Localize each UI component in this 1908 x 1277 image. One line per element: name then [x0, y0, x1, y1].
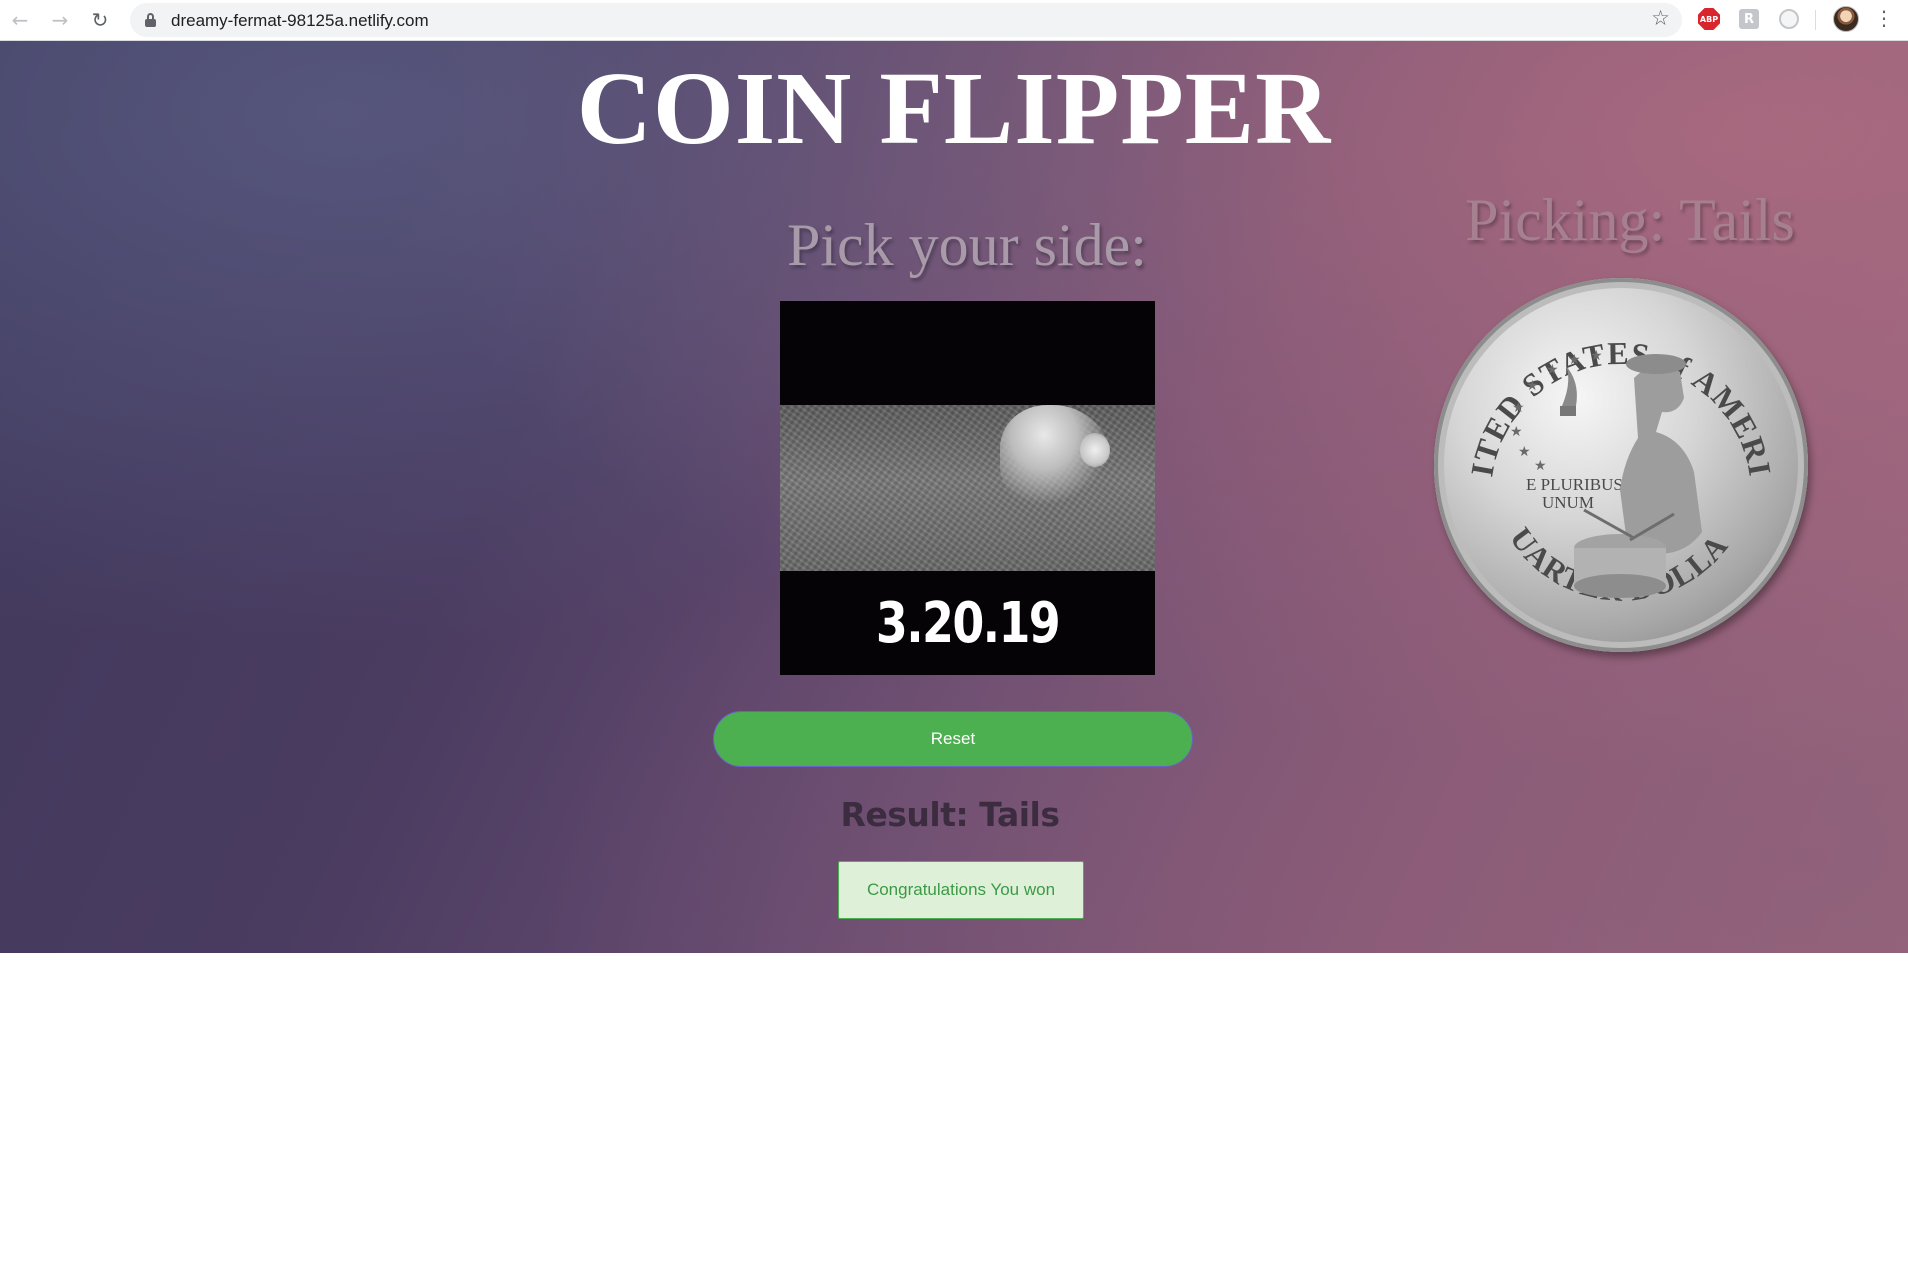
- svg-text:★: ★: [1526, 378, 1539, 394]
- back-arrow-icon[interactable]: ←: [4, 4, 36, 36]
- win-message: Congratulations You won: [838, 861, 1084, 919]
- browser-menu-icon[interactable]: ⋮: [1874, 6, 1894, 34]
- flip-image-frame: [780, 405, 1155, 571]
- flip-image-date: 3.20.19: [875, 591, 1061, 656]
- bookmark-star-icon[interactable]: ☆: [1651, 6, 1670, 30]
- page-viewport: COIN FLIPPER Pick your side: Picking: Ta…: [0, 41, 1908, 953]
- coin-motto-line1: E PLURIBUS: [1526, 475, 1623, 494]
- lock-icon[interactable]: [145, 13, 156, 27]
- svg-text:★: ★: [1518, 444, 1531, 460]
- picking-label: Picking: Tails: [1465, 187, 1795, 253]
- quarter-coin-image[interactable]: UNITED STATES of AMERICA QUARTER DOLLAR …: [1434, 278, 1808, 652]
- svg-text:★: ★: [1590, 348, 1603, 364]
- extension-r-icon[interactable]: R: [1737, 7, 1761, 31]
- pick-side-heading: Pick your side:: [787, 212, 1147, 278]
- svg-text:★: ★: [1568, 352, 1581, 368]
- toolbar-divider: [1815, 10, 1816, 30]
- forward-arrow-icon[interactable]: →: [44, 4, 76, 36]
- profile-avatar[interactable]: [1833, 6, 1859, 32]
- coin-flip-image: 3.20.19: [780, 301, 1155, 675]
- coin-top-text: UNITED STATES of AMERICA: [1434, 278, 1778, 479]
- reload-icon[interactable]: ↻: [84, 4, 116, 36]
- adblock-plus-label: ABP: [1698, 8, 1720, 30]
- adblock-plus-icon[interactable]: ABP: [1697, 7, 1721, 31]
- svg-text:★: ★: [1534, 458, 1547, 474]
- reset-button[interactable]: Reset: [713, 711, 1193, 767]
- page-title: COIN FLIPPER: [576, 51, 1332, 166]
- address-bar[interactable]: dreamy-fermat-98125a.netlify.com ☆: [130, 3, 1682, 37]
- svg-text:UNITED STATES of AMERICA: UNITED STATES of AMERICA: [1434, 278, 1779, 479]
- svg-text:★: ★: [1510, 424, 1523, 440]
- coin-engraving: UNITED STATES of AMERICA QUARTER DOLLAR …: [1434, 278, 1779, 608]
- coin-motto-line2: UNUM: [1542, 493, 1594, 512]
- svg-text:★: ★: [1512, 400, 1525, 416]
- result-text: Result: Tails: [840, 795, 1061, 834]
- browser-toolbar: ← → ↻ dreamy-fermat-98125a.netlify.com ☆…: [0, 0, 1908, 41]
- extension-r-label: R: [1739, 9, 1759, 29]
- svg-text:★: ★: [1546, 362, 1559, 378]
- extension-circle-icon[interactable]: [1777, 7, 1801, 31]
- url-text[interactable]: dreamy-fermat-98125a.netlify.com: [171, 11, 429, 31]
